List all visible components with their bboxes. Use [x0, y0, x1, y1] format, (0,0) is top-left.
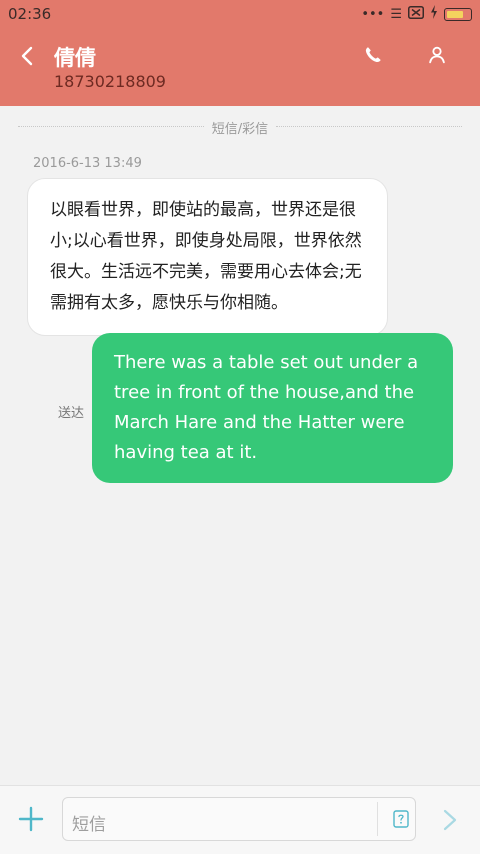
- conversation-header: 02:36 ••• ☰ 倩倩 18730218809: [0, 0, 480, 106]
- message-timestamp: 2016-6-13 13:49: [33, 156, 142, 171]
- status-icons: ••• ☰: [361, 5, 472, 23]
- composer-bar: 短信: [0, 785, 480, 854]
- battery-icon: [444, 7, 472, 21]
- more-dots-icon: •••: [361, 6, 385, 22]
- message-input[interactable]: 短信: [62, 797, 416, 841]
- received-message-bubble[interactable]: 以眼看世界，即使站的最高，世界还是很小;以心看世界，即使身处局限，世界依然很大。…: [27, 178, 388, 336]
- send-icon[interactable]: [440, 808, 460, 832]
- message-input-placeholder: 短信: [72, 815, 106, 835]
- contact-name: 倩倩: [54, 46, 96, 70]
- plus-icon[interactable]: [18, 806, 44, 832]
- no-sim-icon: [408, 5, 424, 23]
- input-separator: [377, 802, 378, 836]
- divider-line: [276, 126, 462, 127]
- divider-label: 短信/彩信: [211, 122, 269, 137]
- signal-icon: ☰: [390, 6, 402, 22]
- message-type-divider: 短信/彩信: [18, 116, 462, 137]
- status-time: 02:36: [8, 5, 52, 23]
- back-icon[interactable]: [16, 44, 40, 68]
- contact-phone-number: 18730218809: [54, 72, 166, 91]
- phone-icon[interactable]: [362, 44, 384, 66]
- delivery-status: 送达: [58, 406, 85, 421]
- charging-icon: [430, 5, 438, 23]
- status-bar: 02:36 ••• ☰: [0, 0, 480, 28]
- sent-message-bubble[interactable]: There was a table set out under a tree i…: [92, 333, 453, 483]
- contact-info-icon[interactable]: [426, 44, 448, 66]
- sms-type-icon[interactable]: [393, 810, 409, 828]
